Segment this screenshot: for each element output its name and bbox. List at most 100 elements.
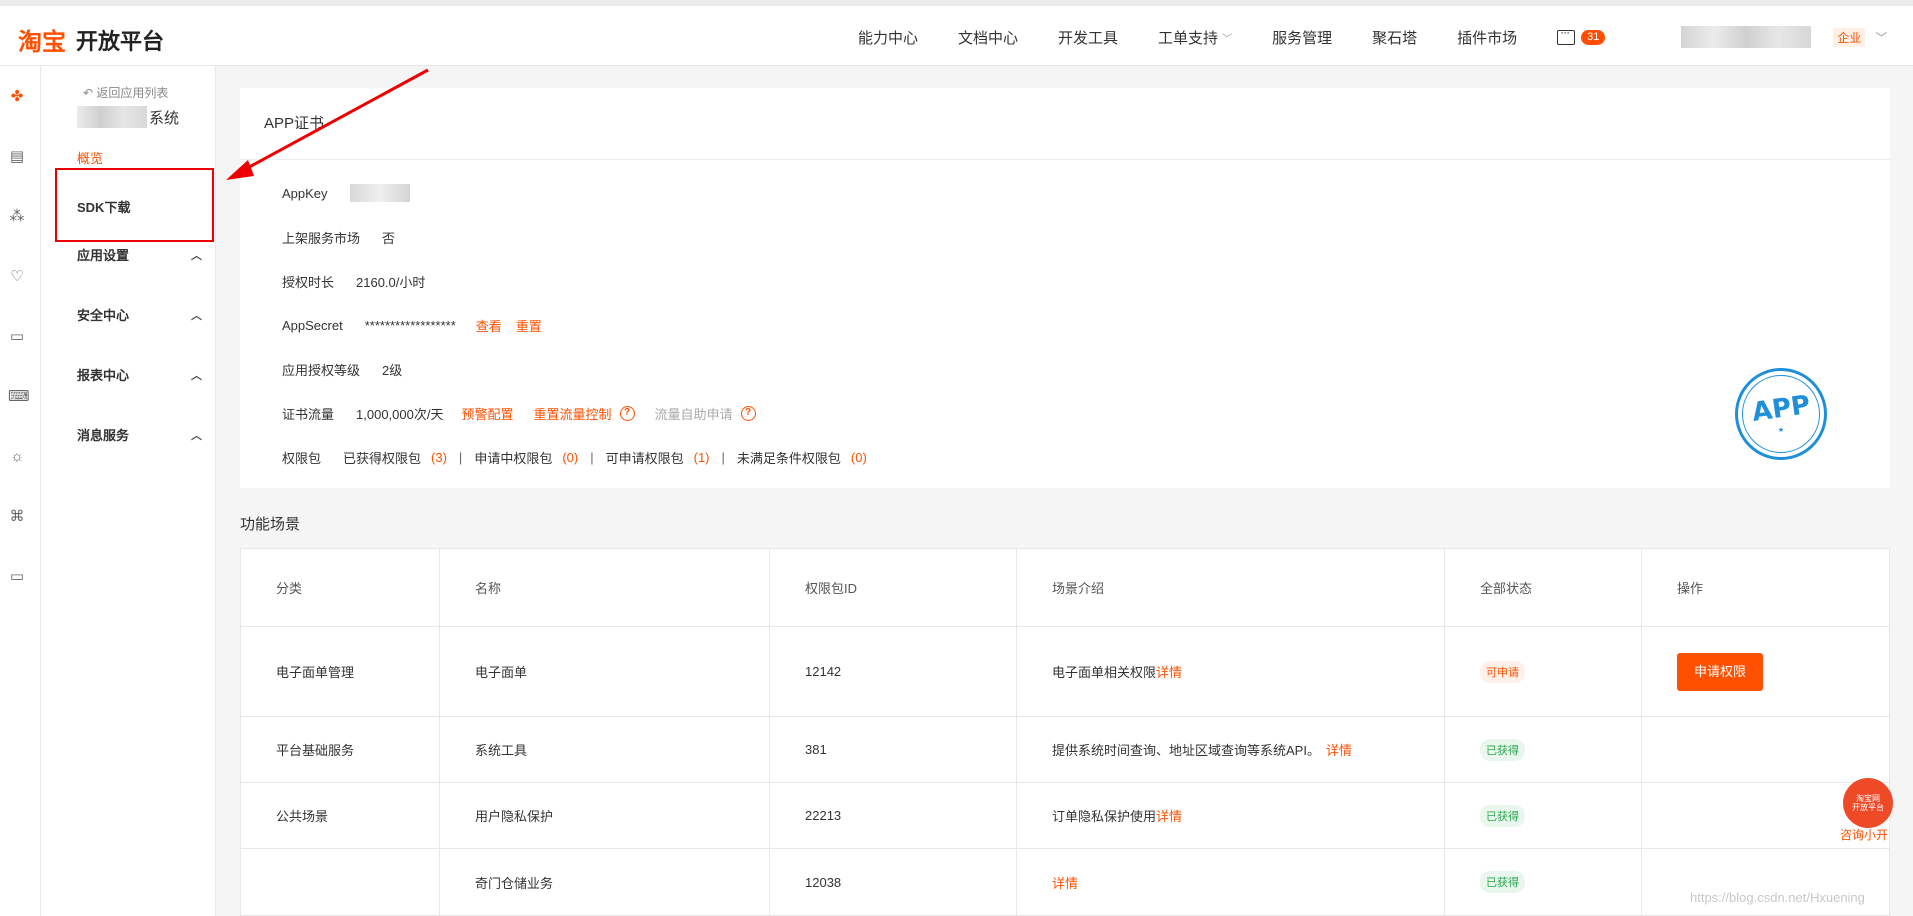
auth-duration-label: 授权时长: [282, 275, 335, 290]
nav-jushita[interactable]: 聚石塔: [1372, 27, 1417, 48]
menu-app-settings-label: 应用设置: [77, 248, 130, 263]
cell-intro: 详情: [1017, 849, 1445, 915]
nav-ticket-support[interactable]: 工单支持 ﹀: [1158, 27, 1232, 48]
watermark: https://blog.csdn.net/Hxuening: [1690, 890, 1865, 905]
auth-level-label: 应用授权等级: [282, 363, 361, 378]
flow-self-apply-link[interactable]: 流量自助申请: [655, 404, 733, 423]
chevron-up-icon: ︿: [191, 249, 202, 262]
cell-status: 已获得: [1445, 717, 1642, 782]
menu-report-label: 报表中心: [77, 368, 130, 383]
permission-pack-row: 权限包 已获得权限包 (3) | 申请中权限包 (0) | 可申请权限包 (1)…: [282, 448, 867, 467]
col-action: 操作: [1677, 581, 1704, 596]
annotation-highlight-box: [55, 168, 214, 242]
menu-message-service[interactable]: 消息服务 ︿: [77, 425, 202, 444]
appsecret-view-link[interactable]: 查看: [476, 316, 502, 335]
perm-obtained-count: (3): [431, 450, 447, 465]
scenario-table: 分类 名称 权限包ID 场景介绍 全部状态 操作 电子面单管理 电子面单 121…: [240, 548, 1890, 916]
perm-unmet-label[interactable]: 未满足条件权限包: [737, 448, 841, 467]
detail-link[interactable]: 详情: [1326, 740, 1352, 759]
menu-overview[interactable]: 概览: [77, 148, 202, 167]
code-icon[interactable]: ⌨: [8, 388, 30, 406]
document-icon[interactable]: ▤: [8, 148, 26, 166]
logo-text: 开放平台: [76, 29, 165, 55]
cert-flow-row: 证书流量 1,000,000次/天 预警配置 重置流量控制 ? 流量自助申请 ?: [282, 404, 776, 423]
cert-flow-value: 1,000,000次/天: [356, 407, 444, 422]
detail-link[interactable]: 详情: [1156, 806, 1182, 825]
back-to-app-list[interactable]: ↶ 返回应用列表: [83, 84, 168, 101]
cell-status: 可申请: [1445, 627, 1642, 716]
divider: |: [458, 450, 463, 465]
menu-security-center[interactable]: 安全中心 ︿: [77, 305, 202, 324]
perm-obtained-label[interactable]: 已获得权限包: [343, 448, 421, 467]
cell-pack-id: 381: [770, 717, 1017, 782]
user-name-blurred[interactable]: [1681, 26, 1812, 48]
heart-icon[interactable]: ♡: [8, 268, 26, 286]
cell-name: 电子面单: [440, 627, 770, 716]
icon-rail: ✤ ▤ ⁂ ♡ ▭ ⌨ ☼ ⌘ ▭: [0, 66, 41, 916]
consult-label[interactable]: 咨询小开: [1840, 826, 1888, 843]
alarm-config-link[interactable]: 预警配置: [461, 404, 513, 423]
apps-grid-icon[interactable]: ✤: [8, 88, 26, 106]
auth-duration-value: 2160.0/小时: [356, 275, 426, 290]
org-tag: 企业: [1833, 27, 1866, 47]
menu-security-label: 安全中心: [77, 308, 130, 323]
col-pack-id: 权限包ID: [770, 549, 1017, 626]
app-name-suffix: 系统: [149, 109, 180, 127]
intro-text: 电子面单相关权限: [1052, 665, 1157, 680]
bulb-icon[interactable]: ☼: [8, 448, 26, 466]
cell-pack-id: 12038: [770, 849, 1017, 915]
apply-permission-button[interactable]: 申请权限: [1677, 652, 1764, 691]
cert-flow-label: 证书流量: [282, 407, 335, 422]
intro-text: 订单隐私保护使用: [1052, 809, 1157, 824]
messages-button[interactable]: 31: [1557, 25, 1606, 45]
nav-service-mgmt[interactable]: 服务管理: [1272, 27, 1332, 48]
menu-report-center[interactable]: 报表中心 ︿: [77, 365, 202, 384]
market-row: 上架服务市场 否: [282, 228, 415, 247]
table-row: 公共场景 用户隐私保护 22213 订单隐私保护使用 详情 已获得: [241, 783, 1889, 849]
menu-overview-label: 概览: [77, 151, 104, 166]
nav-dev-tools[interactable]: 开发工具: [1058, 27, 1118, 48]
cell-name: 奇门仓储业务: [440, 849, 770, 915]
top-bar: 淘宝 开放平台 能力中心 文档中心 开发工具 工单支持 ﹀ 服务管理 聚石塔 插件…: [0, 0, 1913, 66]
nav-docs-center[interactable]: 文档中心: [958, 27, 1018, 48]
logo-brand: 淘宝: [18, 28, 66, 56]
col-category: 分类: [241, 549, 440, 626]
detail-link[interactable]: 详情: [1052, 873, 1078, 892]
cell-action: [1642, 717, 1889, 782]
auth-level-row: 应用授权等级 2级: [282, 360, 422, 379]
cell-pack-id: 12142: [770, 627, 1017, 716]
col-name: 名称: [440, 549, 770, 626]
help-icon[interactable]: ?: [619, 406, 635, 421]
detail-link[interactable]: 详情: [1156, 662, 1182, 681]
reset-flow-control-link[interactable]: 重置流量控制: [533, 404, 611, 423]
perm-applying-label[interactable]: 申请中权限包: [474, 448, 552, 467]
perm-applying-count: (0): [562, 450, 579, 465]
cert-card-title: APP证书: [240, 88, 1890, 160]
nav-ability-center[interactable]: 能力中心: [858, 27, 918, 48]
cell-name: 用户隐私保护: [440, 783, 770, 848]
section-title: 功能场景: [240, 516, 301, 533]
market-label: 上架服务市场: [282, 231, 361, 246]
nav-plugin-market[interactable]: 插件市场: [1457, 27, 1517, 48]
taobao-logo[interactable]: 淘宝 开放平台: [18, 22, 164, 57]
cell-intro: 电子面单相关权限 详情: [1017, 627, 1445, 716]
menu-app-settings[interactable]: 应用设置 ︿: [77, 245, 202, 264]
appsecret-reset-link[interactable]: 重置: [516, 316, 542, 335]
chevron-down-icon[interactable]: ﹀: [1875, 29, 1887, 46]
inbox-icon[interactable]: ▭: [8, 328, 26, 346]
divider: |: [721, 450, 725, 465]
chevron-up-icon: ︿: [191, 429, 202, 442]
chevron-down-icon: ﹀: [1222, 33, 1233, 45]
cell-category: 公共场景: [241, 783, 440, 848]
cell-status: 已获得: [1445, 849, 1642, 915]
nodes-icon[interactable]: ⁂: [8, 208, 26, 226]
consult-assistant-button[interactable]: 淘宝网 开放平台: [1843, 778, 1893, 828]
help-icon[interactable]: ?: [740, 406, 756, 421]
col-intro: 场景介绍: [1017, 549, 1445, 626]
perm-applicable-label[interactable]: 可申请权限包: [606, 448, 684, 467]
chevron-up-icon: ︿: [191, 369, 202, 382]
modules-icon[interactable]: ⌘: [8, 508, 26, 526]
appkey-label: AppKey: [282, 185, 328, 201]
col-status[interactable]: 全部状态: [1445, 549, 1642, 626]
tray-icon[interactable]: ▭: [8, 568, 26, 586]
